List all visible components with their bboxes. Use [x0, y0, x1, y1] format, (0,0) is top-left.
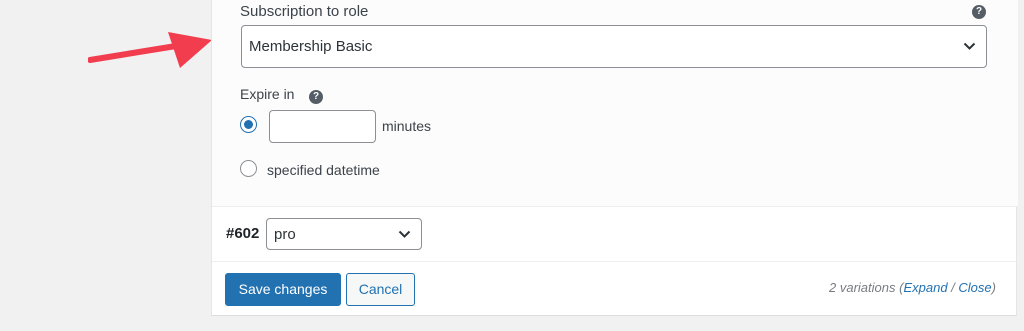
subscription-role-label: Subscription to role	[240, 3, 369, 20]
save-changes-button[interactable]: Save changes	[225, 273, 341, 306]
subscription-role-value: Membership Basic	[249, 38, 373, 55]
variations-summary: 2 variations (Expand / Close)	[829, 280, 996, 295]
cancel-button[interactable]: Cancel	[346, 273, 415, 306]
variation-attribute-select[interactable]: pro	[266, 218, 422, 250]
datetime-option-label: specified datetime	[267, 162, 380, 178]
expire-datetime-radio[interactable]	[240, 160, 257, 177]
divider	[212, 206, 1018, 207]
variations-count-text: 2 variations	[829, 280, 896, 295]
close-link[interactable]: Close	[958, 280, 991, 295]
link-separator: /	[947, 280, 959, 295]
chevron-down-icon	[963, 42, 976, 50]
subscription-role-select[interactable]: Membership Basic	[241, 25, 987, 68]
minutes-unit-label: minutes	[382, 118, 432, 134]
annotation-arrow-icon	[88, 32, 212, 68]
expire-in-label: Expire in	[240, 86, 295, 102]
divider	[212, 261, 1018, 262]
expire-minutes-input[interactable]	[269, 110, 376, 143]
page: Subscription to role ? Membership Basic …	[0, 0, 1024, 331]
variation-settings: Subscription to role ? Membership Basic …	[212, 0, 1018, 206]
chevron-down-icon	[398, 230, 411, 238]
expire-minutes-radio[interactable]	[240, 116, 257, 133]
question-icon[interactable]: ?	[309, 90, 323, 104]
question-icon[interactable]: ?	[972, 5, 986, 19]
variation-attribute-value: pro	[274, 226, 296, 243]
expand-link[interactable]: Expand	[903, 280, 947, 295]
close-paren: )	[991, 280, 996, 295]
variation-panel: Subscription to role ? Membership Basic …	[211, 0, 1018, 316]
variation-id: #602	[226, 225, 260, 242]
